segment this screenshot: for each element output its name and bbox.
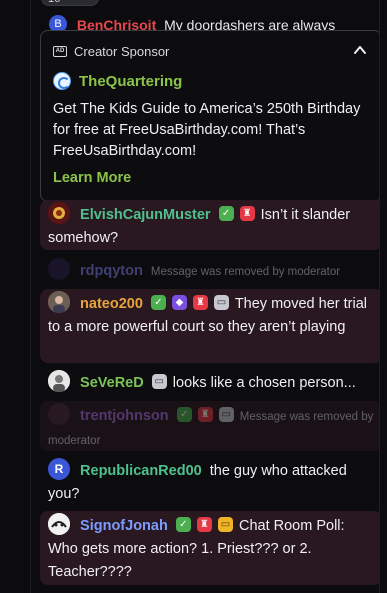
left-sidebar-strip	[0, 0, 31, 593]
sponsor-label: Creator Sponsor	[74, 43, 170, 59]
sponsor-header: AD Creator Sponsor	[53, 41, 369, 61]
scrollbar-track[interactable]	[379, 0, 387, 593]
subscriber-badge-icon: ♜	[197, 406, 213, 422]
verified-badge-icon: ✓	[150, 294, 166, 310]
viewer-count-pill: 16	[41, 0, 99, 6]
verified-badge-icon: ✓	[218, 205, 234, 221]
message-text: looks like a chosen person...	[172, 375, 356, 391]
username[interactable]: SignofJonah	[80, 518, 168, 534]
subscriber-badge-icon: ♜	[196, 516, 212, 532]
username[interactable]: RepublicanRed00	[80, 463, 202, 479]
username[interactable]: ElvishCajunMuster	[80, 207, 211, 223]
avatar[interactable]	[48, 258, 70, 281]
verified-badge-icon: ✓	[175, 516, 191, 532]
subscriber-badge-icon: ♜	[239, 205, 255, 221]
chat-message-removed: rdpqyton Message was removed by moderato…	[40, 256, 379, 284]
chat-message: ElvishCajunMuster ✓ ♜ Isn’t it slander s…	[40, 200, 379, 250]
learn-more-link[interactable]: Learn More	[53, 170, 131, 186]
chat-message: R RepublicanRed00 the guy who attacked y…	[40, 456, 379, 506]
avatar[interactable]	[48, 513, 70, 536]
sponsor-text: Get The Kids Guide to America’s 250th Bi…	[53, 101, 361, 159]
chat-message: SeVeReD ▭ looks like a chosen person...	[40, 368, 379, 396]
chat-message: SignofJonah ✓ ♜ ▭ Chat Room Poll: Who ge…	[40, 511, 379, 585]
avatar[interactable]	[48, 370, 70, 393]
chat-message: nateo200 ✓ ◆ ♜ ▭ They moved her trial to…	[40, 289, 379, 363]
gift-badge-icon: ▭	[214, 294, 230, 310]
chevron-up-icon[interactable]	[353, 43, 367, 57]
chat-message-removed: trentjohnson ✓ ♜ ▭ Message was removed b…	[40, 401, 379, 451]
shield-badge-icon: ◆	[171, 294, 187, 310]
gift-badge-icon: ▭	[151, 373, 167, 389]
avatar[interactable]	[48, 202, 70, 225]
creator-sponsor-card: AD Creator Sponsor TheQuartering Get The…	[40, 30, 379, 202]
brand-name[interactable]: TheQuartering	[79, 73, 182, 90]
ad-icon: AD	[53, 45, 67, 57]
chat-panel: 16 B BenChrisoit My doordashers are alwa…	[31, 0, 379, 593]
brand-logo-icon	[53, 72, 71, 90]
username[interactable]: nateo200	[80, 296, 143, 312]
verified-badge-icon: ✓	[176, 406, 192, 422]
gift-badge-icon: ▭	[217, 516, 233, 532]
avatar[interactable]	[48, 403, 70, 426]
avatar[interactable]	[48, 291, 70, 314]
gift-badge-icon: ▭	[218, 406, 234, 422]
username[interactable]: SeVeReD	[80, 375, 144, 391]
username[interactable]: rdpqyton	[80, 263, 143, 279]
username[interactable]: trentjohnson	[80, 408, 169, 424]
removed-notice: Message was removed by moderator	[150, 266, 341, 278]
subscriber-badge-icon: ♜	[193, 294, 208, 310]
avatar[interactable]: R	[48, 458, 70, 481]
viewer-count: 16	[48, 0, 60, 5]
sponsor-brand-row: TheQuartering	[53, 71, 369, 91]
